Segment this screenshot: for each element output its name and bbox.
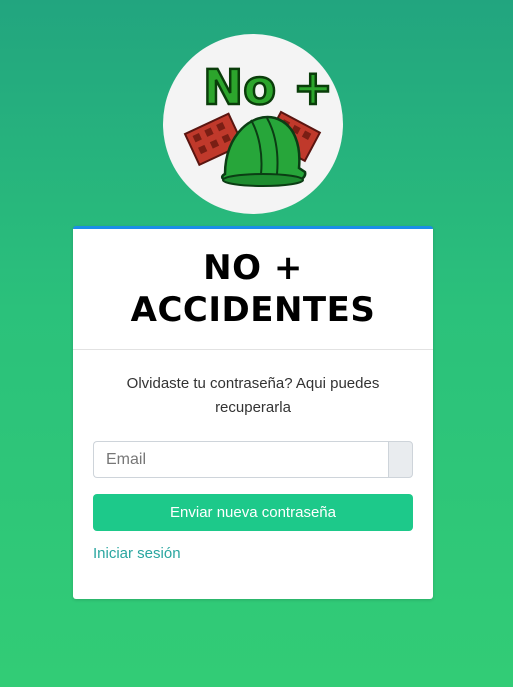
helmet-bricks-logo-icon: No +	[183, 59, 334, 187]
card-header: NO + ACCIDENTES	[73, 229, 433, 350]
email-input-group	[93, 441, 413, 478]
login-link[interactable]: Iniciar sesión	[93, 545, 181, 562]
page-title: NO + ACCIDENTES	[130, 248, 376, 330]
email-addon	[388, 441, 413, 478]
send-new-password-button[interactable]: Enviar nueva contraseña	[93, 494, 413, 531]
card-body: Olvidaste tu contraseña? Aqui puedes rec…	[73, 372, 433, 563]
email-field[interactable]	[93, 441, 388, 478]
logo-text: No +	[203, 60, 333, 116]
app-logo: No +	[163, 34, 343, 214]
instruction-text: Olvidaste tu contraseña? Aqui puedes rec…	[126, 375, 380, 416]
forgot-password-card: NO + ACCIDENTES Olvidaste tu contraseña?…	[73, 226, 433, 599]
